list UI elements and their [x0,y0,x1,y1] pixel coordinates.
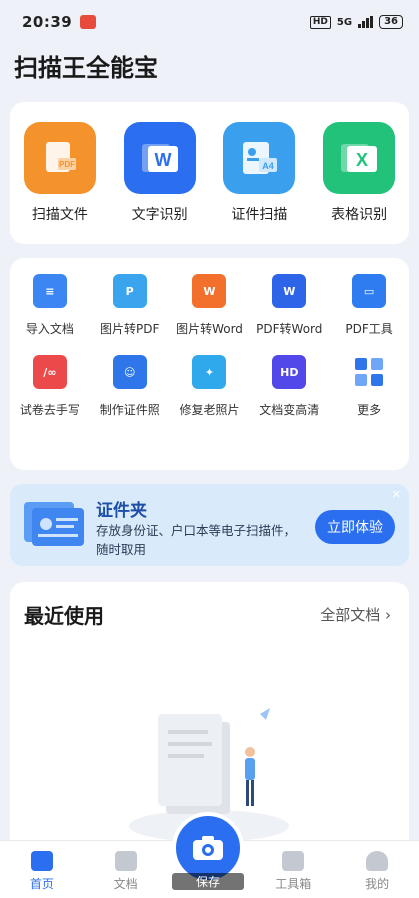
feature-id-scan[interactable]: A4 证件扫描 [219,122,299,224]
status-right: HD 5G 36 [309,15,403,29]
tool-label: 图片转Word [176,322,243,336]
camera-icon [193,836,223,860]
tool-label: 修复老照片 [179,403,240,417]
user-icon [366,851,389,871]
tool-pdf-to-word[interactable]: W PDF转Word [249,274,329,337]
tool-label: PDF转Word [256,322,323,336]
nav-label: 文档 [113,877,138,891]
tool-label: 图片转PDF [100,322,160,336]
main-features-card: PDF 扫描文件 W 文字识别 A4 证件扫描 X 表格识别 [10,102,409,244]
tool-label: 更多 [357,403,382,417]
tools-card: ≡ 导入文档 P 图片转PDF W 图片转Word W PDF转Word ▭ P… [10,258,409,470]
tool-hd-doc[interactable]: HD 文档变高清 [249,355,329,418]
nav-toolbox[interactable]: 工具箱 [258,851,328,892]
tool-image-to-pdf[interactable]: P 图片转PDF [90,274,170,337]
image-to-pdf-icon: P [112,274,147,308]
tool-erase-handwriting[interactable]: ∕∞ 试卷去手写 [10,355,90,418]
recent-title: 最近使用 [24,604,104,628]
tool-pdf-tools[interactable]: ▭ PDF工具 [329,274,409,337]
svg-text:W: W [154,150,171,170]
svg-text:A4: A4 [263,161,275,171]
tool-image-to-word[interactable]: W 图片转Word [170,274,250,337]
signal-icon [358,16,374,28]
id-folder-banner[interactable]: 证件夹 存放身份证、户口本等电子扫描件，随时取用 立即体验 ✕ [10,484,409,566]
toolbox-nav-icon [282,851,305,871]
svg-text:PDF: PDF [59,160,75,169]
tool-label: 导入文档 [25,322,74,336]
app-title: 扫描王全能宝 [14,54,158,82]
image-to-word-icon: W [192,274,227,308]
scan-pdf-icon: PDF [23,122,96,194]
tool-repair-photo[interactable]: ✦ 修复老照片 [170,355,250,418]
id-photo-icon: ☺ [112,355,147,389]
feature-label: 证件扫描 [231,207,288,223]
tool-label: 制作证件照 [99,403,160,417]
tool-label: 文档变高清 [259,403,320,417]
pdf-to-word-icon: W [272,274,307,308]
feature-scan-file[interactable]: PDF 扫描文件 [20,122,100,224]
status-time: 20:39 [22,13,73,31]
close-icon[interactable]: ✕ [392,488,401,501]
nav-home[interactable]: 首页 [7,851,77,892]
status-bar: 20:39 HD 5G 36 [0,0,419,44]
import-doc-icon: ≡ [32,274,67,308]
nav-label: 我的 [365,877,390,891]
excel-icon: X [323,122,396,194]
tool-id-photo[interactable]: ☺ 制作证件照 [90,355,170,418]
hd-call-icon: HD [309,15,331,29]
feature-table-ocr[interactable]: X 表格识别 [319,122,399,224]
banner-description: 存放身份证、户口本等电子扫描件，随时取用 [96,523,297,557]
erase-handwriting-icon: ∕∞ [32,355,67,389]
tool-label: 试卷去手写 [19,403,80,417]
feature-label: 表格识别 [331,207,388,223]
nav-label: 首页 [29,877,54,891]
all-documents-link[interactable]: 全部文档 › [320,604,391,625]
network-label: 5G [336,16,353,28]
id-card-icon: A4 [223,122,296,194]
home-icon [30,851,53,871]
tool-import-doc[interactable]: ≡ 导入文档 [10,274,90,337]
banner-title: 证件夹 [96,501,147,521]
repair-photo-icon: ✦ [192,355,227,389]
hd-doc-icon: HD [272,355,307,389]
try-now-button[interactable]: 立即体验 [315,510,395,544]
svg-text:X: X [356,150,368,170]
folder-icon [114,851,137,871]
id-card-folder-icon [24,502,84,546]
feature-text-ocr[interactable]: W 文字识别 [120,122,200,224]
notification-icon [80,15,97,29]
nav-mine[interactable]: 我的 [342,851,412,892]
feature-label: 文字识别 [131,207,188,223]
nav-label: 工具箱 [275,877,312,891]
word-icon: W [123,122,196,194]
toolbox-icon: ▭ [352,274,387,308]
nav-docs[interactable]: 文档 [91,851,161,892]
battery-indicator: 36 [379,15,403,29]
more-grid-icon [352,355,386,389]
feature-label: 扫描文件 [31,207,88,223]
camera-tooltip-label: 保存 [172,873,244,890]
tool-label: PDF工具 [345,322,393,336]
tool-more[interactable]: 更多 [329,355,409,418]
